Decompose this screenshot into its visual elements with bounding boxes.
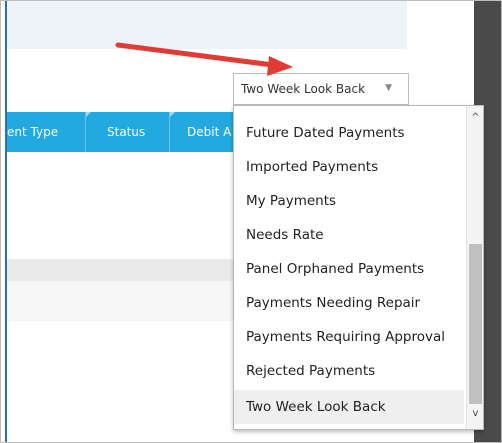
app-window: ent Type Status Debit A Two Week Look Ba… [0,0,502,443]
option-two-week-look-back[interactable]: Two Week Look Back [234,390,464,424]
view-filter-value: Two Week Look Back [241,82,366,96]
option-future-dated-payments[interactable]: Future Dated Payments [234,116,464,150]
option-payments-needing-repair[interactable]: Payments Needing Repair [234,286,464,320]
option-imported-payments[interactable]: Imported Payments [234,150,464,184]
option-my-payments[interactable]: My Payments [234,184,464,218]
column-header-payment-type[interactable]: ent Type [7,112,77,152]
column-separator [85,112,86,152]
dropdown-scrollbar[interactable]: ^ v [466,106,483,429]
column-separator [169,112,170,152]
column-header-status[interactable]: Status [107,112,167,152]
left-accent-border [5,1,7,442]
option-needs-rate[interactable]: Needs Rate [234,218,464,252]
view-filter-dropdown: Future Dated Payments Imported Payments … [233,105,484,430]
option-rejected-payments[interactable]: Rejected Payments [234,354,464,388]
scroll-down-icon[interactable]: v [467,408,483,419]
option-panel-orphaned-payments[interactable]: Panel Orphaned Payments [234,252,464,286]
scroll-up-icon[interactable]: ^ [467,112,483,123]
column-header-debit-account[interactable]: Debit A [187,112,235,152]
top-panel [7,1,407,49]
view-filter-select[interactable]: Two Week Look Back ▼ [233,73,409,105]
chevron-down-icon[interactable]: ▼ [385,83,392,93]
option-payments-requiring-approval[interactable]: Payments Requiring Approval [234,320,464,354]
scrollbar-thumb[interactable] [469,244,482,404]
